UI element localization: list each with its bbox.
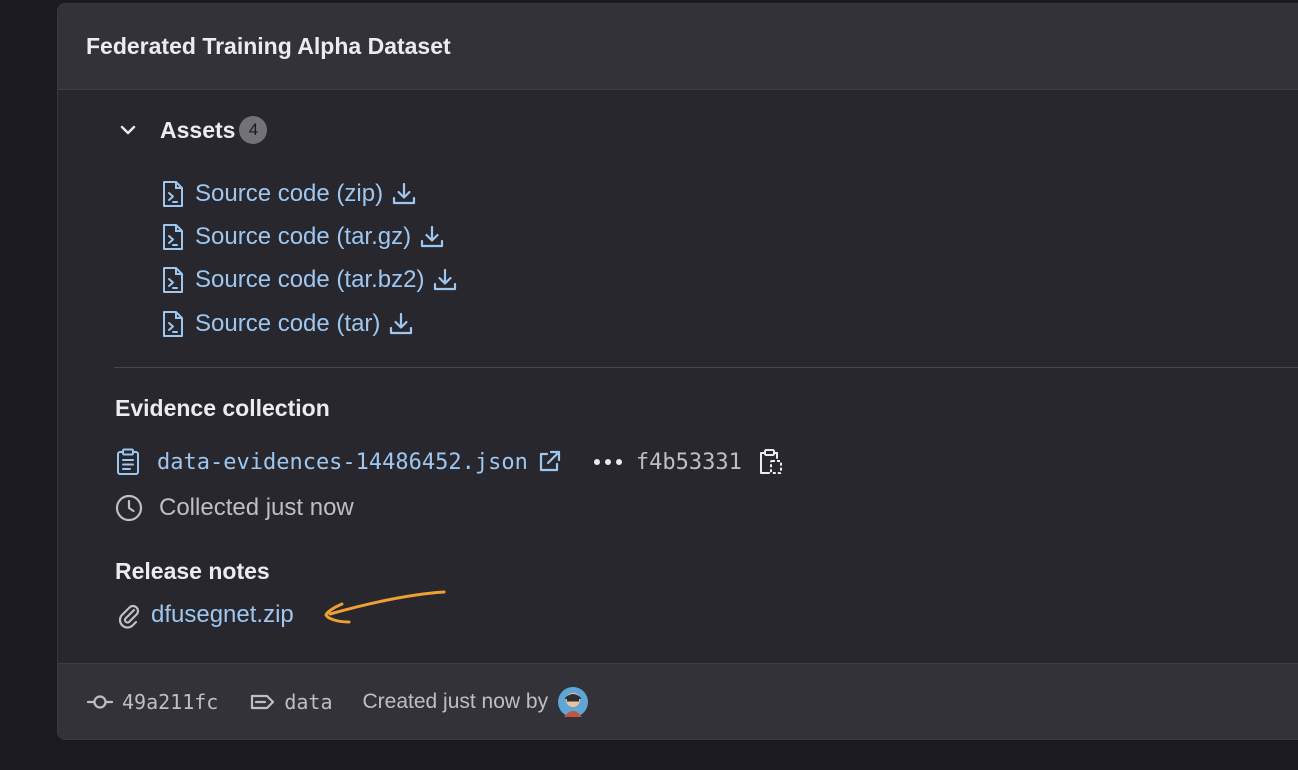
assets-toggle[interactable]: Assets 4 bbox=[118, 116, 268, 144]
ellipsis-icon[interactable] bbox=[592, 457, 624, 467]
clock-icon bbox=[115, 494, 143, 522]
evidence-row: data-evidences-14486452.json f4b53331 bbox=[115, 445, 784, 479]
created-info: Created just now by bbox=[362, 686, 589, 717]
release-header: Federated Training Alpha Dataset bbox=[58, 4, 1298, 90]
asset-link-tar[interactable]: Source code (tar) bbox=[161, 302, 458, 345]
clipboard-icon bbox=[115, 448, 141, 476]
download-icon[interactable] bbox=[391, 181, 417, 207]
paperclip-icon bbox=[115, 601, 141, 629]
asset-label[interactable]: Source code (zip) bbox=[195, 180, 383, 208]
chevron-down-icon[interactable] bbox=[118, 120, 138, 140]
avatar[interactable] bbox=[558, 686, 589, 717]
asset-label[interactable]: Source code (tar.bz2) bbox=[195, 266, 424, 294]
tag-icon bbox=[248, 692, 276, 712]
assets-count-badge: 4 bbox=[239, 116, 268, 144]
release-notes-row: dfusegnet.zip bbox=[115, 601, 294, 629]
download-icon[interactable] bbox=[388, 311, 414, 337]
external-link-icon[interactable] bbox=[536, 449, 562, 475]
commit-icon bbox=[86, 692, 114, 712]
release-footer: 49a211fc data Created just now by bbox=[58, 663, 1298, 739]
file-code-icon bbox=[161, 223, 185, 251]
release-title[interactable]: Federated Training Alpha Dataset bbox=[86, 33, 451, 60]
asset-label[interactable]: Source code (tar) bbox=[195, 310, 380, 338]
created-text: Created just now by bbox=[362, 689, 549, 713]
annotation-arrow-icon bbox=[324, 590, 446, 624]
release-body: Assets 4 Source code (zip) Source code (… bbox=[58, 90, 1298, 662]
file-code-icon bbox=[161, 310, 185, 338]
asset-link-tarbz2[interactable]: Source code (tar.bz2) bbox=[161, 259, 458, 302]
collected-text: Collected just now bbox=[159, 494, 354, 521]
commit-sha[interactable]: 49a211fc bbox=[122, 690, 218, 714]
attachment-link[interactable]: dfusegnet.zip bbox=[151, 601, 294, 629]
evidence-title: Evidence collection bbox=[115, 395, 330, 421]
asset-label[interactable]: Source code (tar.gz) bbox=[195, 223, 411, 251]
commit-link[interactable]: 49a211fc bbox=[86, 690, 218, 714]
evidence-collected: Collected just now bbox=[115, 494, 354, 522]
release-card: Federated Training Alpha Dataset Assets … bbox=[57, 3, 1298, 740]
asset-link-zip[interactable]: Source code (zip) bbox=[161, 172, 458, 215]
section-divider bbox=[114, 367, 1298, 368]
assets-title: Assets bbox=[160, 116, 236, 143]
asset-link-targz[interactable]: Source code (tar.gz) bbox=[161, 215, 458, 258]
tag-link[interactable]: data bbox=[248, 690, 333, 714]
evidence-file-link[interactable]: data-evidences-14486452.json bbox=[157, 450, 528, 475]
download-icon[interactable] bbox=[419, 224, 445, 250]
download-icon[interactable] bbox=[432, 267, 458, 293]
release-notes-title: Release notes bbox=[115, 558, 270, 584]
evidence-sha: f4b53331 bbox=[635, 449, 742, 475]
copy-icon[interactable] bbox=[758, 448, 784, 476]
file-code-icon bbox=[161, 266, 185, 294]
file-code-icon bbox=[161, 180, 185, 208]
tag-name[interactable]: data bbox=[284, 690, 332, 714]
asset-list: Source code (zip) Source code (tar.gz) S bbox=[161, 172, 458, 345]
